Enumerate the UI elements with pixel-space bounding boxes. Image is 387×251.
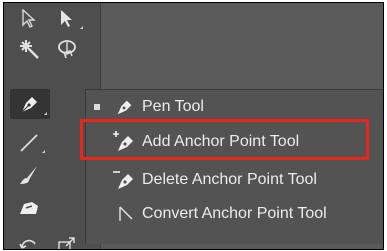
selection-tool[interactable] <box>10 5 48 33</box>
convert-anchor-point-icon <box>112 201 138 227</box>
paintbrush-tool[interactable] <box>10 161 48 189</box>
shaper-icon <box>20 202 38 214</box>
submenu-indicator <box>42 150 45 153</box>
illustrator-toolbar-screenshot: Pen Tool Add Anchor Point Tool Delete An… <box>3 2 384 250</box>
pen-icon <box>21 97 37 113</box>
direct-selection-arrow-icon <box>61 10 72 27</box>
paintbrush-icon <box>20 166 37 184</box>
pen-tool-flyout-menu: Pen Tool Add Anchor Point Tool Delete An… <box>85 89 383 244</box>
menu-item-convert-anchor-point-tool[interactable]: Convert Anchor Point Tool <box>86 197 383 230</box>
line-segment-icon <box>20 134 38 152</box>
scale-icon <box>58 237 75 249</box>
selection-arrow-icon <box>22 9 36 28</box>
scale-tool[interactable] <box>48 231 86 249</box>
rotate-icon <box>19 239 36 249</box>
submenu-indicator <box>44 112 47 115</box>
line-tool[interactable] <box>10 129 48 157</box>
shaper-tool[interactable] <box>10 193 48 221</box>
lasso-icon <box>58 40 76 59</box>
lasso-tool[interactable] <box>48 35 86 63</box>
delete-anchor-point-icon <box>112 167 138 193</box>
rotate-tool[interactable] <box>10 231 48 249</box>
menu-item-label: Delete Anchor Point Tool <box>142 170 317 188</box>
selected-bullet-icon <box>94 103 100 110</box>
pen-tool[interactable] <box>10 89 50 119</box>
pen-icon <box>112 94 138 120</box>
highlight-box <box>80 119 369 160</box>
magic-wand-tool[interactable] <box>10 35 48 63</box>
submenu-indicator <box>80 26 83 29</box>
direct-selection-tool[interactable] <box>48 5 86 33</box>
magic-wand-icon <box>20 40 39 59</box>
menu-item-label: Convert Anchor Point Tool <box>142 204 327 222</box>
menu-item-delete-anchor-point-tool[interactable]: Delete Anchor Point Tool <box>86 163 383 196</box>
menu-item-label: Pen Tool <box>142 97 204 115</box>
